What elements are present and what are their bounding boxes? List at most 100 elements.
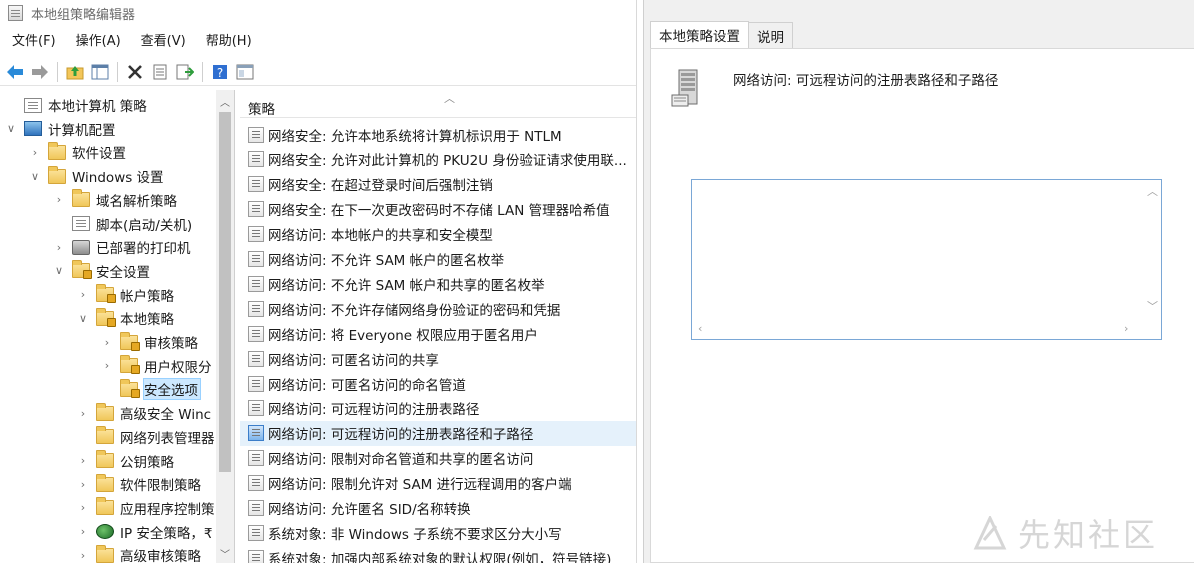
scroll-right-icon[interactable]: › (1124, 322, 1128, 335)
tab-panel: 网络访问: 可远程访问的注册表路径和子路径 ︿ ﹀ ‹ › (650, 48, 1194, 563)
tree-item[interactable]: 网络列表管理器 (76, 425, 215, 449)
folder-icon (96, 426, 114, 445)
tree-item[interactable]: › 已部署的打印机 (52, 235, 191, 259)
tree-item[interactable]: › 用户权限分 (100, 354, 212, 378)
menu-view[interactable]: 查看(V) (135, 26, 192, 58)
tree-item[interactable]: 本地计算机 策略 (4, 93, 147, 117)
expand-chevron-icon[interactable]: › (76, 454, 90, 467)
scroll-up-icon[interactable]: ︿ (216, 94, 234, 109)
scroll-left-icon[interactable]: ‹ (698, 322, 702, 335)
tree-item[interactable]: › 高级安全 Winc (76, 401, 211, 425)
policy-row[interactable]: 网络访问: 限制对命名管道和共享的匿名访问 (240, 446, 636, 471)
policy-row[interactable]: 网络访问: 将 Everyone 权限应用于匿名用户 (240, 321, 636, 346)
tree-item[interactable]: 安全选项 (100, 377, 201, 401)
tree-scrollbar[interactable]: ︿ ﹀ (216, 90, 234, 563)
policy-row[interactable]: 网络安全: 在下一次更改密码时不存储 LAN 管理器哈希值 (240, 197, 636, 222)
tree-item[interactable]: ∨ 本地策略 (76, 306, 174, 330)
tree-item[interactable]: › 高级审核策略 (76, 543, 201, 563)
expand-chevron-icon[interactable]: › (76, 288, 90, 301)
export-icon[interactable] (174, 61, 196, 83)
tree-item[interactable]: › 域名解析策略 (52, 188, 177, 212)
policy-row-label: 网络访问: 将 Everyone 权限应用于匿名用户 (268, 327, 538, 344)
policy-setting-icon (248, 375, 264, 392)
expand-chevron-icon[interactable]: › (52, 241, 66, 254)
tree-item[interactable]: › 审核策略 (100, 330, 198, 354)
expand-chevron-icon[interactable]: › (76, 501, 90, 514)
up-folder-icon[interactable] (64, 61, 86, 83)
show-hide-tree-icon[interactable] (89, 61, 111, 83)
policy-row[interactable]: 网络访问: 本地帐户的共享和安全模型 (240, 222, 636, 247)
title-bar: 本地组策略编辑器 (0, 0, 636, 26)
view-icon[interactable] (234, 61, 256, 83)
expand-chevron-icon[interactable]: › (28, 146, 42, 159)
tree-item[interactable]: › 应用程序控制策 (76, 496, 215, 520)
textbox-horizontal-scrollbar[interactable]: ‹ › (692, 321, 1144, 339)
registry-paths-textbox[interactable]: ︿ ﹀ ‹ › (691, 179, 1162, 340)
tree-item-label: 域名解析策略 (96, 193, 177, 210)
policy-row[interactable]: 网络访问: 不允许 SAM 帐户的匿名枚举 (240, 247, 636, 272)
console-tree: 本地计算机 策略 ∨ 计算机配置 › 软件设置 ∨ Windows 设置 › 域名解析策略脚本(… (0, 90, 235, 563)
scroll-down-icon[interactable]: ﹀ (1147, 298, 1158, 314)
menu-action[interactable]: 操作(A) (70, 26, 127, 58)
scroll-thumb[interactable] (219, 112, 231, 472)
tree-item[interactable]: › 软件设置 (28, 140, 126, 164)
menu-file[interactable]: 文件(F) (6, 26, 62, 58)
tree-item[interactable]: ∨ 安全设置 (52, 259, 150, 283)
policy-row[interactable]: 网络访问: 限制允许对 SAM 进行远程调用的客户端 (240, 471, 636, 496)
scroll-down-icon[interactable]: ﹀ (216, 546, 234, 561)
tree-item-label: 公钥策略 (120, 454, 174, 471)
policy-row[interactable]: 系统对象: 非 Windows 子系统不要求区分大小写 (240, 520, 636, 545)
tree-item[interactable]: › IP 安全策略，₹ (76, 520, 213, 544)
textbox-vertical-scrollbar[interactable]: ︿ ﹀ (1143, 180, 1161, 322)
policy-row-label: 网络访问: 限制对命名管道和共享的匿名访问 (268, 452, 534, 469)
policy-row[interactable]: 网络安全: 允许对此计算机的 PKU2U 身份验证请求使用联... (240, 147, 636, 172)
back-icon[interactable] (4, 61, 26, 83)
policy-row-label: 网络访问: 可匿名访问的共享 (268, 352, 439, 369)
policy-row[interactable]: 网络安全: 在超过登录时间后强制注销 (240, 172, 636, 197)
collapse-chevron-icon[interactable]: ∨ (28, 170, 42, 183)
expand-chevron-icon[interactable]: › (76, 407, 90, 420)
properties-icon[interactable] (149, 61, 171, 83)
policy-row-label: 网络访问: 不允许存储网络身份验证的密码和凭据 (268, 302, 561, 319)
tree-item[interactable]: › 帐户策略 (76, 283, 174, 307)
policy-row[interactable]: 网络访问: 可远程访问的注册表路径和子路径 (240, 420, 636, 446)
expand-chevron-icon[interactable]: › (76, 478, 90, 491)
tree-item[interactable]: ∨ Windows 设置 (28, 164, 164, 188)
collapse-chevron-icon[interactable]: ∨ (76, 312, 90, 325)
collapse-chevron-icon[interactable]: ∨ (52, 264, 66, 277)
help-icon[interactable]: ? (209, 61, 231, 83)
menu-help[interactable]: 帮助(H) (200, 26, 258, 58)
collapse-chevron-icon[interactable]: ∨ (4, 122, 18, 135)
tab-explain[interactable]: 说明 (748, 22, 793, 48)
policy-row[interactable]: 网络访问: 允许匿名 SID/名称转换 (240, 496, 636, 521)
policy-row[interactable]: 网络访问: 可匿名访问的命名管道 (240, 371, 636, 396)
list-header-policy[interactable]: 策略 ︿ (240, 90, 636, 118)
policy-row[interactable]: 网络访问: 可匿名访问的共享 (240, 346, 636, 371)
tree-item-label: 用户权限分 (144, 359, 212, 376)
policy-row-label: 系统对象: 非 Windows 子系统不要求区分大小写 (268, 526, 562, 543)
expand-chevron-icon[interactable]: › (100, 336, 114, 349)
tree-item[interactable]: 脚本(启动/关机) (52, 212, 192, 236)
policy-row-label: 网络访问: 可远程访问的注册表路径和子路径 (268, 427, 534, 444)
tree-item[interactable]: › 公钥策略 (76, 449, 174, 473)
policy-row[interactable]: 网络访问: 不允许存储网络身份验证的密码和凭据 (240, 296, 636, 321)
expand-chevron-icon[interactable]: › (76, 525, 90, 538)
policy-row[interactable]: 系统对象: 加强内部系统对象的默认权限(例如，符号链接) (240, 545, 636, 563)
expand-chevron-icon[interactable]: › (100, 359, 114, 372)
policy-row[interactable]: 网络访问: 不允许 SAM 帐户和共享的匿名枚举 (240, 271, 636, 296)
expand-chevron-icon[interactable]: › (52, 193, 66, 206)
window-title: 本地组策略编辑器 (31, 7, 136, 23)
tree-item-label: 软件限制策略 (120, 478, 201, 495)
policy-row[interactable]: 网络访问: 可远程访问的注册表路径 (240, 396, 636, 421)
forward-icon[interactable] (29, 61, 51, 83)
policy-row[interactable]: 网络安全: 允许本地系统将计算机标识用于 NTLM (240, 122, 636, 147)
scroll-up-icon[interactable]: ︿ (1147, 183, 1158, 199)
expand-chevron-icon[interactable]: › (76, 549, 90, 562)
tab-local-policy-setting[interactable]: 本地策略设置 (650, 21, 749, 48)
group-policy-editor-window: 本地组策略编辑器 文件(F) 操作(A) 查看(V) 帮助(H) ? 本地计算机… (0, 0, 637, 563)
sort-ascending-icon: ︿ (444, 92, 455, 105)
tree-item[interactable]: ∨ 计算机配置 (4, 117, 116, 141)
policy-setting-icon (248, 549, 264, 563)
delete-icon[interactable] (124, 61, 146, 83)
tree-item[interactable]: › 软件限制策略 (76, 472, 201, 496)
